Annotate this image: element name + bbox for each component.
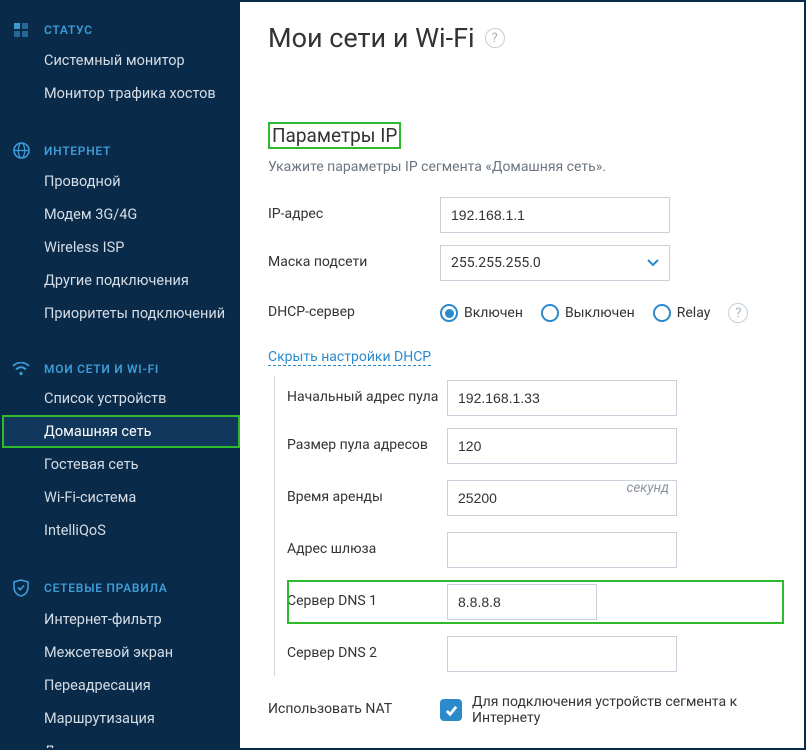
radio-icon [541, 304, 559, 322]
row-dhcp: DHCP-сервер Включен Выключен Relay ? [268, 291, 784, 335]
sidebar-group-label: СТАТУС [44, 23, 93, 37]
sidebar-group-label: ИНТЕРНЕТ [44, 144, 111, 158]
radio-dhcp-on[interactable]: Включен [440, 304, 523, 322]
label-dns1: Сервер DNS 1 [287, 593, 447, 611]
sidebar-group-networks: МОИ СЕТИ И WI-FI [2, 350, 240, 382]
page-title-text: Мои сети и Wi-Fi [268, 22, 475, 54]
row-nat: Использовать NAT Для подключения устройс… [268, 688, 784, 732]
sidebar-group-label: СЕТЕВЫЕ ПРАВИЛА [44, 581, 167, 595]
row-pool-start: Начальный адрес пула [287, 376, 784, 420]
radio-label: Включен [464, 305, 523, 321]
radio-icon [653, 304, 671, 322]
radio-label: Выключен [565, 305, 635, 321]
sidebar-item-wired[interactable]: Проводной [2, 165, 240, 198]
row-mask: Маска подсети 255.255.255.0 [268, 241, 784, 285]
input-dns1[interactable] [447, 584, 597, 620]
row-pool-size: Размер пула адресов [287, 424, 784, 468]
sidebar-item-device-list[interactable]: Список устройств [2, 382, 240, 415]
sidebar: СТАТУС Системный монитор Монитор трафика… [2, 2, 240, 748]
label-gateway: Адрес шлюза [287, 541, 447, 559]
label-lease: Время аренды [287, 489, 447, 507]
sidebar-item-traffic-monitor[interactable]: Монитор трафика хостов [2, 77, 240, 110]
sidebar-item-wifi-system[interactable]: Wi-Fi-система [2, 481, 240, 514]
label-dhcp: DHCP-сервер [268, 304, 440, 322]
dhcp-settings-block: Начальный адрес пула Размер пула адресов… [274, 376, 784, 676]
grid-icon [12, 22, 30, 38]
sidebar-item-filter[interactable]: Интернет-фильтр [2, 603, 240, 636]
row-gateway: Адрес шлюза [287, 528, 784, 572]
sidebar-group-label: МОИ СЕТИ И WI-FI [44, 362, 159, 376]
section-subtitle: Укажите параметры IP сегмента «Домашняя … [268, 159, 784, 175]
input-gateway[interactable] [447, 532, 677, 568]
row-dns2: Сервер DNS 2 [287, 632, 784, 676]
sidebar-item-intelliqos[interactable]: IntelliQoS [2, 514, 240, 547]
radio-label: Relay [677, 305, 711, 321]
main-content: Мои сети и Wi-Fi ? Параметры IP Укажите … [240, 2, 804, 748]
sidebar-group-status: СТАТУС [2, 10, 240, 44]
label-mask: Маска подсети [268, 254, 440, 272]
page-title: Мои сети и Wi-Fi ? [268, 22, 784, 54]
sidebar-item-routing[interactable]: Маршрутизация [2, 702, 240, 735]
wifi-icon [12, 362, 30, 376]
sidebar-group-rules: СЕТЕВЫЕ ПРАВИЛА [2, 567, 240, 603]
sidebar-item-modem[interactable]: Модем 3G/4G [2, 198, 240, 231]
sidebar-item-guest-network[interactable]: Гостевая сеть [2, 448, 240, 481]
label-nat: Использовать NAT [268, 701, 440, 719]
sidebar-group-internet: ИНТЕРНЕТ [2, 130, 240, 165]
label-dns2: Сервер DNS 2 [287, 645, 447, 663]
row-lease: Время аренды секунд [287, 476, 784, 520]
radio-dhcp-off[interactable]: Выключен [541, 304, 635, 322]
sidebar-item-system-monitor[interactable]: Системный монитор [2, 44, 240, 77]
sidebar-item-domain[interactable]: Доменное имя [2, 735, 240, 748]
sidebar-item-forwarding[interactable]: Переадресация [2, 669, 240, 702]
radio-group-dhcp: Включен Выключен Relay ? [440, 303, 748, 323]
input-pool-size[interactable] [447, 428, 677, 464]
form-ip-params: IP-адрес Маска подсети 255.255.255.0 DHC… [268, 193, 784, 732]
sidebar-item-other-connections[interactable]: Другие подключения [2, 264, 240, 297]
sidebar-item-home-network[interactable]: Домашняя сеть [2, 415, 240, 448]
checkbox-nat[interactable] [440, 699, 462, 721]
help-icon[interactable]: ? [485, 28, 505, 48]
row-dns1: Сервер DNS 1 [287, 580, 784, 624]
label-pool-start: Начальный адрес пула [287, 389, 447, 407]
label-ip: IP-адрес [268, 206, 440, 224]
radio-icon [440, 304, 458, 322]
select-mask[interactable]: 255.255.255.0 [440, 245, 670, 281]
select-mask-value: 255.255.255.0 [451, 255, 541, 271]
shield-icon [12, 579, 30, 597]
checkbox-nat-label: Для подключения устройств сегмента к Инт… [472, 694, 784, 726]
label-pool-size: Размер пула адресов [287, 437, 447, 455]
input-dns2[interactable] [447, 636, 677, 672]
toggle-dhcp-link[interactable]: Скрыть настройки DHCP [268, 349, 431, 366]
sidebar-item-priorities[interactable]: Приоритеты подключений [2, 297, 240, 330]
chevron-down-icon [647, 255, 659, 271]
help-icon[interactable]: ? [728, 303, 748, 323]
input-ip[interactable] [440, 197, 670, 233]
sidebar-item-firewall[interactable]: Межсетевой экран [2, 636, 240, 669]
input-lease[interactable] [447, 480, 677, 516]
input-pool-start[interactable] [447, 380, 677, 416]
sidebar-item-wireless-isp[interactable]: Wireless ISP [2, 231, 240, 264]
radio-dhcp-relay[interactable]: Relay [653, 304, 711, 322]
globe-icon [12, 142, 30, 159]
section-title: Параметры IP [268, 122, 401, 149]
row-ip: IP-адрес [268, 193, 784, 237]
